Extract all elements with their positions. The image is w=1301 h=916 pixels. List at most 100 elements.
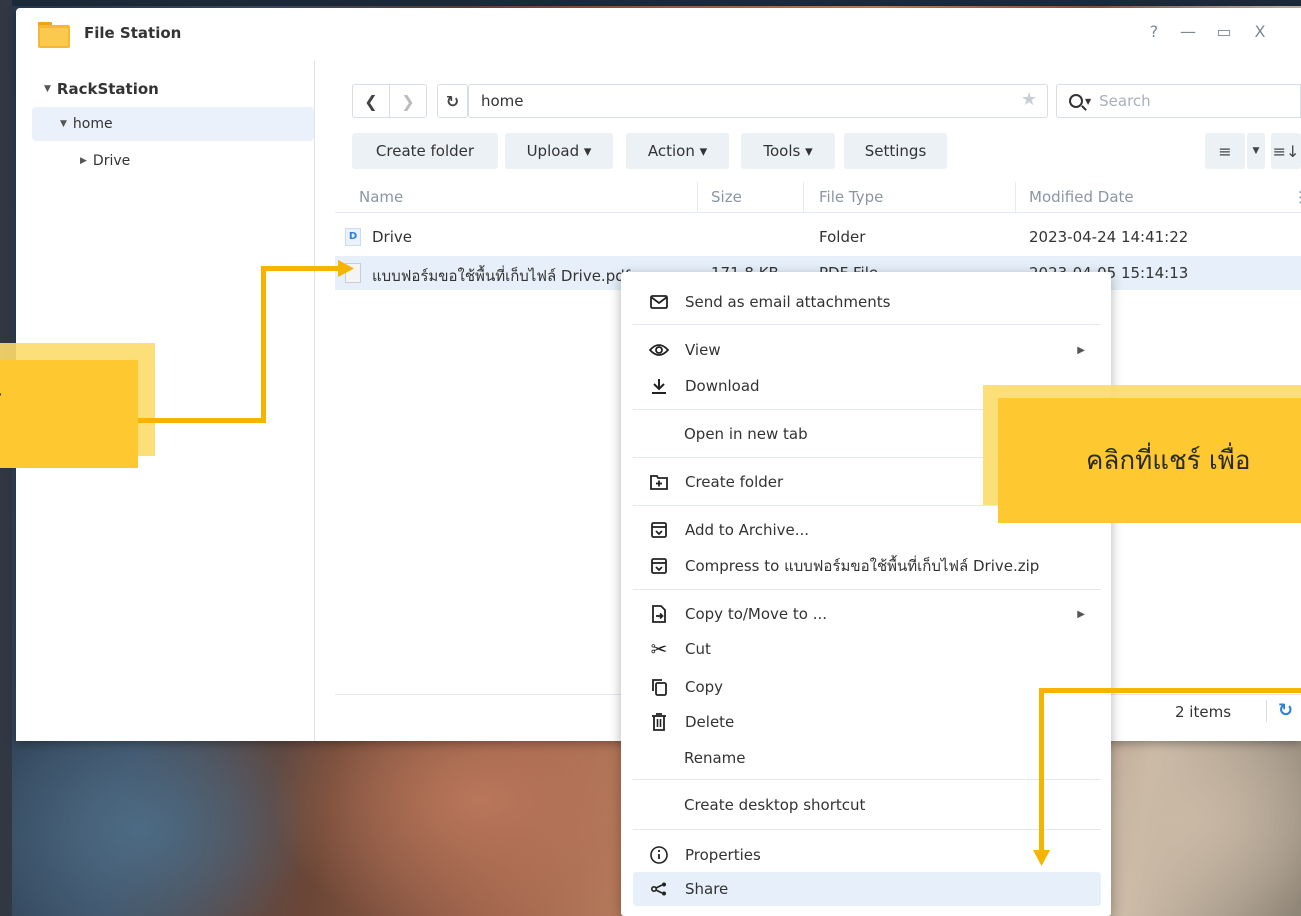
column-file-type[interactable]: File Type bbox=[819, 188, 883, 206]
search-placeholder: Search bbox=[1099, 92, 1151, 110]
column-separator[interactable] bbox=[1015, 182, 1016, 212]
taskbar bbox=[0, 0, 1301, 6]
search-icon[interactable] bbox=[1069, 94, 1083, 108]
submenu-arrow-icon: ▶ bbox=[1077, 608, 1085, 620]
eye-icon bbox=[647, 338, 671, 362]
header-divider bbox=[335, 212, 1301, 213]
list-view-icon: ≡ bbox=[1218, 141, 1232, 161]
column-separator[interactable] bbox=[803, 182, 804, 212]
path-field[interactable]: home bbox=[468, 84, 1048, 118]
list-view-button[interactable]: ≡ bbox=[1205, 133, 1245, 169]
menu-item-view[interactable]: View ▶ bbox=[633, 333, 1101, 367]
tree-root-label: RackStation bbox=[56, 80, 159, 98]
tree-item-home[interactable]: ▼ home bbox=[32, 107, 314, 141]
action-button[interactable]: Action ▾ bbox=[626, 133, 729, 169]
refresh-icon[interactable]: ↻ bbox=[1278, 700, 1293, 721]
caret-down-icon[interactable]: ▼ bbox=[1085, 97, 1091, 106]
star-icon[interactable]: ★ bbox=[1021, 89, 1037, 110]
column-menu-icon[interactable]: ⋮ bbox=[1293, 188, 1301, 206]
menu-item-label: Create desktop shortcut bbox=[684, 796, 866, 814]
new-folder-icon bbox=[647, 470, 671, 494]
menu-item-label: Delete bbox=[685, 713, 735, 731]
folder-icon: D bbox=[345, 228, 361, 246]
menu-item-delete[interactable]: Delete bbox=[633, 705, 1101, 739]
menu-item-label: Send as email attachments bbox=[685, 293, 891, 311]
close-button[interactable]: X bbox=[1248, 22, 1272, 41]
chevron-left-icon: ❮ bbox=[364, 91, 378, 111]
menu-item-label: Open in new tab bbox=[684, 425, 808, 443]
caret-down-icon: ▼ bbox=[1252, 146, 1260, 156]
minimize-button[interactable]: — bbox=[1176, 22, 1200, 41]
download-icon bbox=[647, 374, 671, 398]
copy-icon bbox=[647, 675, 671, 699]
menu-item-label: Copy to/Move to ... bbox=[685, 605, 828, 623]
item-count: 2 items bbox=[1175, 703, 1232, 721]
menu-item-create-shortcut[interactable]: Create desktop shortcut bbox=[633, 788, 1101, 822]
tree-item-label: home bbox=[72, 116, 113, 132]
tools-button[interactable]: Tools ▾ bbox=[741, 133, 835, 169]
search-field[interactable]: ▼ Search bbox=[1056, 84, 1301, 118]
view-dropdown-button[interactable]: ▼ bbox=[1247, 133, 1265, 169]
menu-item-properties[interactable]: Properties bbox=[633, 838, 1101, 872]
column-separator[interactable] bbox=[697, 182, 698, 212]
column-name[interactable]: Name bbox=[359, 188, 403, 206]
menu-divider bbox=[633, 324, 1101, 325]
submenu-arrow-icon: ▶ bbox=[1077, 344, 1085, 356]
column-modified-date[interactable]: Modified Date bbox=[1029, 188, 1134, 206]
menu-item-send-email[interactable]: Send as email attachments bbox=[633, 285, 1101, 319]
title-bar[interactable]: File Station ? — ▭ X bbox=[16, 8, 1301, 60]
menu-item-label: View bbox=[685, 341, 721, 359]
context-menu: Send as email attachments View ▶ Downloa… bbox=[621, 272, 1111, 916]
menu-divider bbox=[633, 829, 1101, 830]
tree-item-drive[interactable]: ▶ Drive bbox=[80, 144, 130, 178]
menu-item-label: Download bbox=[685, 377, 760, 395]
share-icon bbox=[647, 877, 671, 901]
sort-icon: ≡↓ bbox=[1272, 141, 1300, 161]
create-folder-button[interactable]: Create folder bbox=[352, 133, 498, 169]
sort-button[interactable]: ≡↓ bbox=[1271, 133, 1301, 169]
table-row[interactable]: D Drive Folder 2023-04-24 14:41:22 bbox=[335, 220, 1301, 254]
callout-left bbox=[0, 360, 138, 468]
file-station-icon bbox=[38, 22, 70, 48]
settings-button[interactable]: Settings bbox=[844, 133, 947, 169]
maximize-button[interactable]: ▭ bbox=[1212, 22, 1236, 41]
tree-root[interactable]: ▼ RackStation bbox=[44, 72, 159, 106]
scissors-icon: ✂ bbox=[650, 637, 668, 661]
archive-icon bbox=[647, 518, 671, 542]
column-size[interactable]: Size bbox=[711, 188, 742, 206]
status-separator bbox=[1266, 700, 1267, 722]
trash-icon bbox=[647, 710, 671, 734]
forward-button[interactable]: ❯ bbox=[389, 84, 427, 118]
menu-item-share[interactable]: Share bbox=[633, 872, 1101, 906]
arrow-segment bbox=[261, 266, 266, 423]
arrow-segment bbox=[261, 266, 343, 271]
arrow-segment bbox=[138, 418, 266, 423]
callout-right-text: คลิกที่แชร์ เพื่อ bbox=[1086, 446, 1251, 476]
info-icon bbox=[647, 843, 671, 867]
arrow-head-icon bbox=[338, 260, 354, 277]
file-type: Folder bbox=[819, 228, 866, 246]
upload-button[interactable]: Upload ▾ bbox=[505, 133, 613, 169]
back-button[interactable]: ❮ bbox=[352, 84, 390, 118]
archive-icon bbox=[647, 554, 671, 578]
menu-item-label: Copy bbox=[685, 678, 724, 696]
menu-item-copy[interactable]: Copy bbox=[633, 670, 1101, 704]
refresh-button[interactable]: ↻ bbox=[437, 84, 468, 118]
menu-divider bbox=[633, 779, 1101, 780]
menu-item-cut[interactable]: ✂ Cut bbox=[633, 632, 1101, 666]
menu-item-copy-move[interactable]: Copy to/Move to ... ▶ bbox=[633, 597, 1101, 631]
menu-item-label: Create folder bbox=[685, 473, 784, 491]
menu-item-label: Compress to แบบฟอร์มขอใช้พื้นที่เก็บไฟล์… bbox=[685, 557, 1040, 575]
tree-item-label: Drive bbox=[92, 153, 131, 169]
menu-item-label: Properties bbox=[685, 846, 761, 864]
caret-down-icon[interactable]: ▼ bbox=[60, 119, 67, 129]
menu-item-rename[interactable]: Rename bbox=[633, 741, 1101, 775]
menu-item-label: Share bbox=[685, 880, 729, 898]
menu-item-label: Add to Archive... bbox=[685, 521, 810, 539]
menu-item-compress[interactable]: Compress to แบบฟอร์มขอใช้พื้นที่เก็บไฟล์… bbox=[633, 549, 1101, 583]
caret-down-icon[interactable]: ▼ bbox=[44, 84, 51, 94]
menu-divider bbox=[633, 589, 1101, 590]
callout-left-text: ร bbox=[0, 376, 2, 423]
help-button[interactable]: ? bbox=[1142, 22, 1166, 41]
caret-right-icon[interactable]: ▶ bbox=[80, 156, 87, 166]
